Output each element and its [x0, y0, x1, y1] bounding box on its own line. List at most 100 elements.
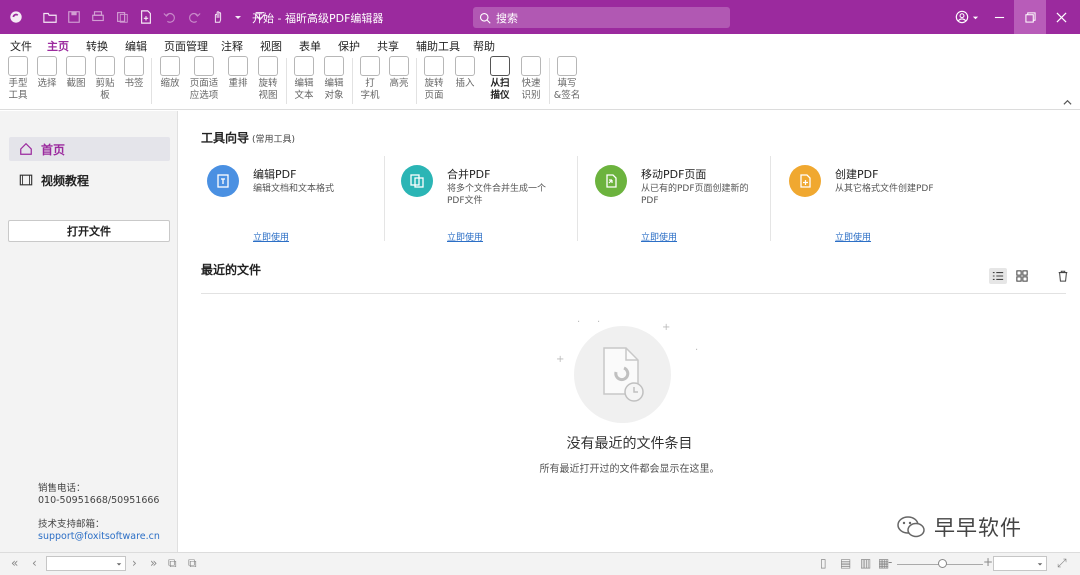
- tool-name: 创建PDF: [835, 168, 879, 181]
- hand-tool-button[interactable]: 手型 工具: [4, 56, 32, 102]
- previous-view-icon[interactable]: ⧉: [168, 556, 177, 571]
- save-icon[interactable]: [66, 9, 82, 25]
- use-now-link[interactable]: 立即使用: [641, 230, 677, 243]
- menu-home[interactable]: 主页: [45, 38, 71, 57]
- edit-object-icon: [324, 56, 344, 76]
- insert-button[interactable]: 插入: [451, 56, 479, 90]
- recent-files-divider: [201, 293, 1066, 294]
- menu-form[interactable]: 表单: [299, 38, 321, 54]
- ribbon-label: 重排: [228, 78, 248, 89]
- move-pages-icon: [595, 165, 627, 197]
- reflow-button[interactable]: 重排: [224, 56, 252, 90]
- clipboard-button[interactable]: 剪贴 板: [91, 56, 119, 102]
- tool-card-move-pages[interactable]: 移动PDF页面 从已有的PDF页面创建新的PDF 立即使用: [567, 156, 760, 243]
- sidebar-item-home[interactable]: 首页: [9, 137, 170, 161]
- search-box[interactable]: 搜索: [473, 7, 730, 28]
- quick-ocr-button[interactable]: 快速 识别: [517, 56, 545, 102]
- edit-text-button[interactable]: 编辑 文本: [290, 56, 318, 102]
- use-now-link[interactable]: 立即使用: [253, 230, 289, 243]
- new-file-icon[interactable]: [138, 9, 154, 25]
- rotate-page-button[interactable]: 旋转 页面: [420, 56, 448, 102]
- print-icon[interactable]: [90, 9, 106, 25]
- ribbon-label: 打 字机: [360, 78, 380, 101]
- from-scanner-button[interactable]: 从扫 描仪: [486, 56, 514, 102]
- open-file-button[interactable]: 打开文件: [8, 220, 170, 242]
- use-now-link[interactable]: 立即使用: [447, 230, 483, 243]
- empty-state-illustration: [574, 326, 671, 423]
- ribbon-label: 选择: [37, 78, 57, 89]
- menu-comment[interactable]: 注释: [221, 38, 243, 54]
- snapshot-button[interactable]: 截图: [62, 56, 90, 90]
- grid-view-button[interactable]: [1013, 268, 1031, 284]
- next-view-icon[interactable]: ⧉: [188, 556, 197, 571]
- close-button[interactable]: [1046, 0, 1076, 34]
- single-page-icon[interactable]: ▯: [820, 556, 827, 570]
- dropdown-arrow-icon[interactable]: [234, 9, 242, 25]
- close-icon: [1055, 11, 1067, 23]
- snapshot-icon: [66, 56, 86, 76]
- tools-guide-title: 工具向导 (常用工具): [201, 129, 295, 146]
- home-icon: [20, 142, 32, 155]
- chevron-down-icon: [972, 16, 979, 19]
- highlight-button[interactable]: 高亮: [385, 56, 413, 90]
- sidebar-item-label: 首页: [41, 142, 66, 157]
- page-number-input[interactable]: [46, 556, 126, 571]
- bookmark-button[interactable]: 书签: [120, 56, 148, 90]
- collapse-ribbon-icon[interactable]: [1063, 98, 1072, 107]
- edit-object-button[interactable]: 编辑 对象: [320, 56, 348, 102]
- clear-recent-button[interactable]: [1054, 268, 1072, 284]
- zoom-out-icon[interactable]: -: [888, 555, 892, 569]
- grid-view-icon: [1016, 270, 1028, 282]
- wechat-icon: [897, 516, 925, 538]
- select-icon: [37, 56, 57, 76]
- next-page-icon[interactable]: ›: [132, 556, 137, 570]
- zoom-in-icon[interactable]: +: [983, 555, 993, 569]
- previous-page-icon[interactable]: ‹: [32, 556, 37, 570]
- menu-file[interactable]: 文件: [10, 38, 32, 54]
- continuous-page-icon[interactable]: ▤: [840, 556, 851, 570]
- tool-card-edit-pdf[interactable]: 编辑PDF 编辑文档和文本格式 立即使用: [179, 156, 372, 243]
- typewriter-button[interactable]: 打 字机: [356, 56, 384, 102]
- undo-icon[interactable]: [162, 9, 178, 25]
- tool-card-merge-pdf[interactable]: 合并PDF 将多个文件合并生成一个PDF文件 立即使用: [373, 156, 566, 243]
- open-folder-icon[interactable]: [42, 9, 58, 25]
- copy-icon[interactable]: [114, 9, 130, 25]
- ribbon-divider: [151, 58, 152, 104]
- menu-edit[interactable]: 编辑: [125, 38, 147, 54]
- redo-icon[interactable]: [186, 9, 202, 25]
- select-button[interactable]: 选择: [33, 56, 61, 90]
- rotate-view-button[interactable]: 旋转 视图: [254, 56, 282, 102]
- ribbon-label: 手型 工具: [8, 78, 28, 101]
- window-controls: [950, 0, 1076, 34]
- tool-card-create-pdf[interactable]: 创建PDF 从其它格式文件创建PDF 立即使用: [761, 156, 954, 243]
- restore-button[interactable]: [1014, 0, 1046, 34]
- hand-tool-icon[interactable]: [210, 9, 226, 25]
- sidebar-item-video-tutorials[interactable]: 视频教程: [9, 168, 170, 192]
- tool-name: 合并PDF: [447, 168, 491, 181]
- zoom-slider-handle[interactable]: [938, 559, 947, 568]
- menu-accessibility[interactable]: 辅助工具: [416, 38, 460, 54]
- zoom-button[interactable]: 缩放: [156, 56, 184, 90]
- search-icon: [479, 12, 491, 24]
- menu-view[interactable]: 视图: [260, 38, 282, 54]
- fullscreen-icon[interactable]: ⤢: [1057, 556, 1067, 571]
- fill-sign-button[interactable]: 填写 &签名: [553, 56, 581, 102]
- menu-page-management[interactable]: 页面管理: [164, 38, 208, 54]
- account-button[interactable]: [950, 0, 984, 34]
- watermark-text: 早早软件: [934, 516, 1022, 540]
- menu-share[interactable]: 共享: [377, 38, 399, 54]
- minimize-button[interactable]: [984, 0, 1014, 34]
- menu-protect[interactable]: 保护: [338, 38, 360, 54]
- last-page-icon[interactable]: »: [150, 556, 157, 570]
- first-page-icon[interactable]: «: [11, 556, 18, 570]
- list-view-button[interactable]: [989, 268, 1007, 284]
- zoom-level-input[interactable]: [993, 556, 1047, 571]
- ribbon-label: 快速 识别: [521, 78, 541, 101]
- fit-page-button[interactable]: 页面适 应选项: [186, 56, 222, 102]
- use-now-link[interactable]: 立即使用: [835, 230, 871, 243]
- support-email-link[interactable]: support@foxitsoftware.cn: [38, 530, 160, 543]
- menu-help[interactable]: 帮助: [473, 38, 495, 54]
- two-page-icon[interactable]: ▥: [860, 556, 871, 570]
- window-title: 开始 - 福昕高级PDF编辑器: [252, 12, 384, 25]
- menu-convert[interactable]: 转换: [86, 38, 108, 54]
